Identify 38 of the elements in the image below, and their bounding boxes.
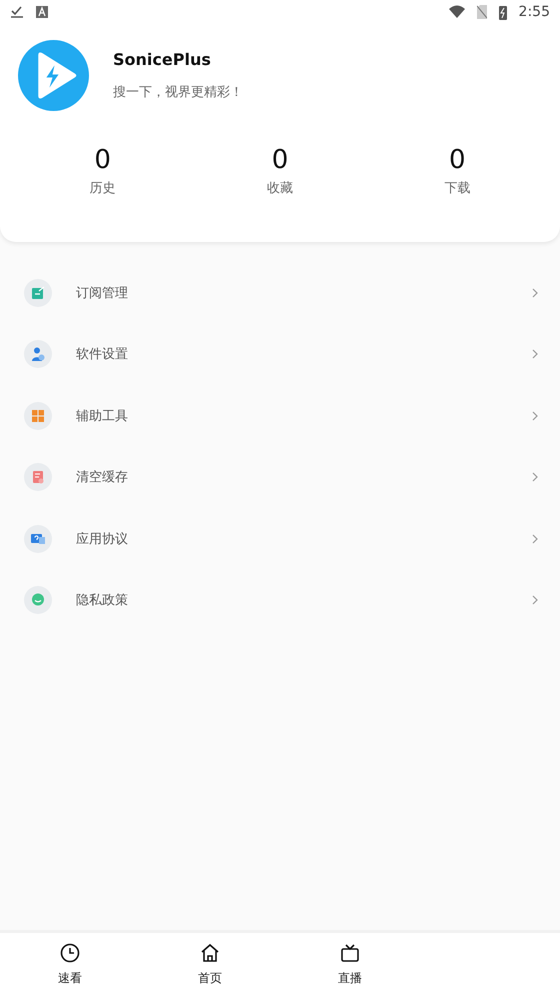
status-time: 2:55 (518, 4, 550, 20)
nav-tab[interactable]: 首页 (140, 933, 280, 995)
stat-count[interactable]: 0 (94, 145, 111, 175)
nav-tab[interactable]: 速看 (0, 933, 140, 995)
stat-label[interactable]: 历史 (90, 179, 116, 197)
chat-icon (30, 592, 46, 608)
app-slogan: 搜一下，视界更精彩！ (113, 84, 243, 101)
menu-item[interactable]: 应用协议 (0, 508, 560, 570)
chevron-right-icon (532, 534, 538, 544)
menu-item[interactable]: 软件设置 (0, 324, 560, 385)
menu-item[interactable]: 订阅管理 (0, 262, 560, 324)
stat-count[interactable]: 0 (449, 145, 466, 175)
menu-item[interactable]: 隐私政策 (0, 570, 560, 631)
chevron-right-icon (532, 472, 538, 482)
grid-icon (30, 408, 46, 424)
tv-icon (339, 942, 361, 964)
chevron-right-icon (532, 349, 538, 360)
stat-count[interactable]: 0 (272, 145, 288, 175)
document-icon (30, 469, 46, 486)
app-name: SonicePlus (113, 50, 212, 69)
app-notification-icon (36, 6, 48, 18)
chevron-right-icon (532, 288, 538, 298)
home-icon (199, 942, 221, 964)
app-logo (18, 40, 89, 111)
stat-label[interactable]: 收藏 (266, 179, 293, 197)
chevron-right-icon (532, 595, 538, 606)
nav-tab[interactable]: 直播 (280, 933, 420, 995)
no-sim-icon (476, 5, 487, 19)
battery-icon (498, 4, 507, 20)
edit-icon (30, 284, 46, 301)
chevron-right-icon (532, 410, 538, 421)
download-done-icon (10, 5, 24, 19)
stat-label[interactable]: 下载 (444, 179, 470, 197)
clock-icon (59, 942, 81, 964)
menu-item[interactable]: 清空缓存 (0, 446, 560, 508)
wifi-icon (448, 5, 465, 19)
menu-item[interactable]: 辅助工具 (0, 385, 560, 446)
user-icon (30, 346, 46, 362)
